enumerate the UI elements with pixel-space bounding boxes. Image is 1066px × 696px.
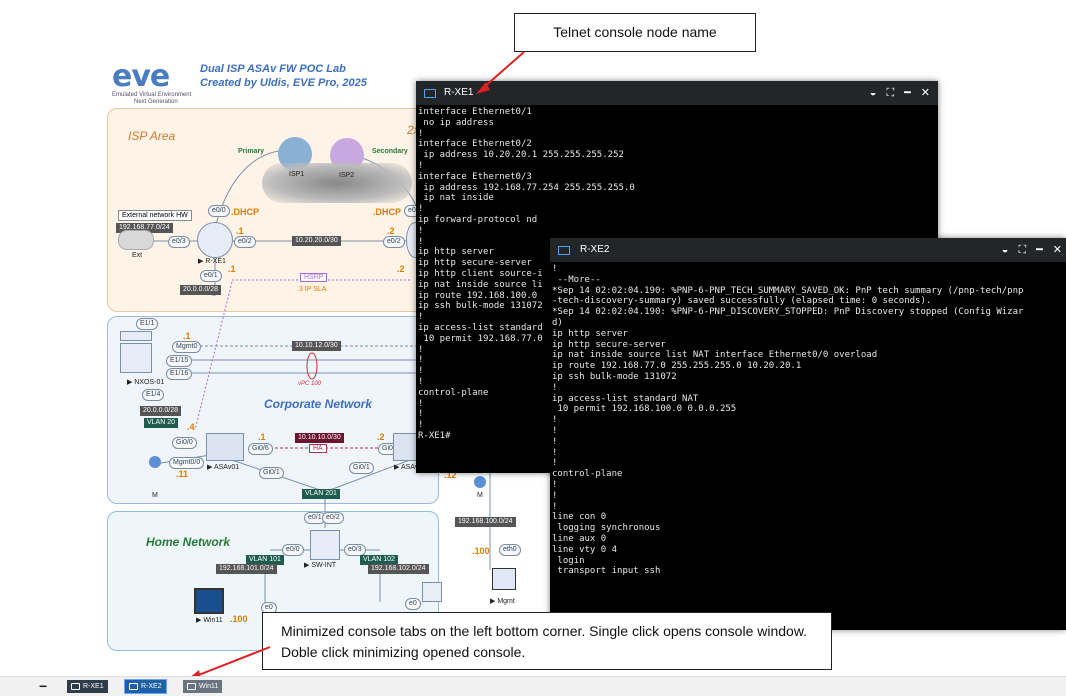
taskbar-tab-win11[interactable]: Win11 bbox=[183, 680, 223, 693]
taskbar-collapse-button[interactable]: − bbox=[39, 678, 47, 694]
monitor-icon bbox=[187, 683, 196, 690]
monitor-icon bbox=[71, 683, 80, 690]
taskbar-tab-rxe1[interactable]: R-XE1 bbox=[67, 680, 108, 693]
taskbar-tab-rxe2[interactable]: R-XE2 bbox=[124, 679, 167, 694]
monitor-icon bbox=[129, 683, 138, 690]
taskbar-tab-label: R-XE2 bbox=[141, 683, 162, 690]
taskbar-tab-label: R-XE1 bbox=[83, 683, 104, 690]
taskbar-tab-label: Win11 bbox=[199, 683, 219, 690]
annotation-arrows bbox=[188, 51, 525, 679]
console-taskbar: − R-XE1 R-XE2 Win11 bbox=[0, 676, 1066, 696]
